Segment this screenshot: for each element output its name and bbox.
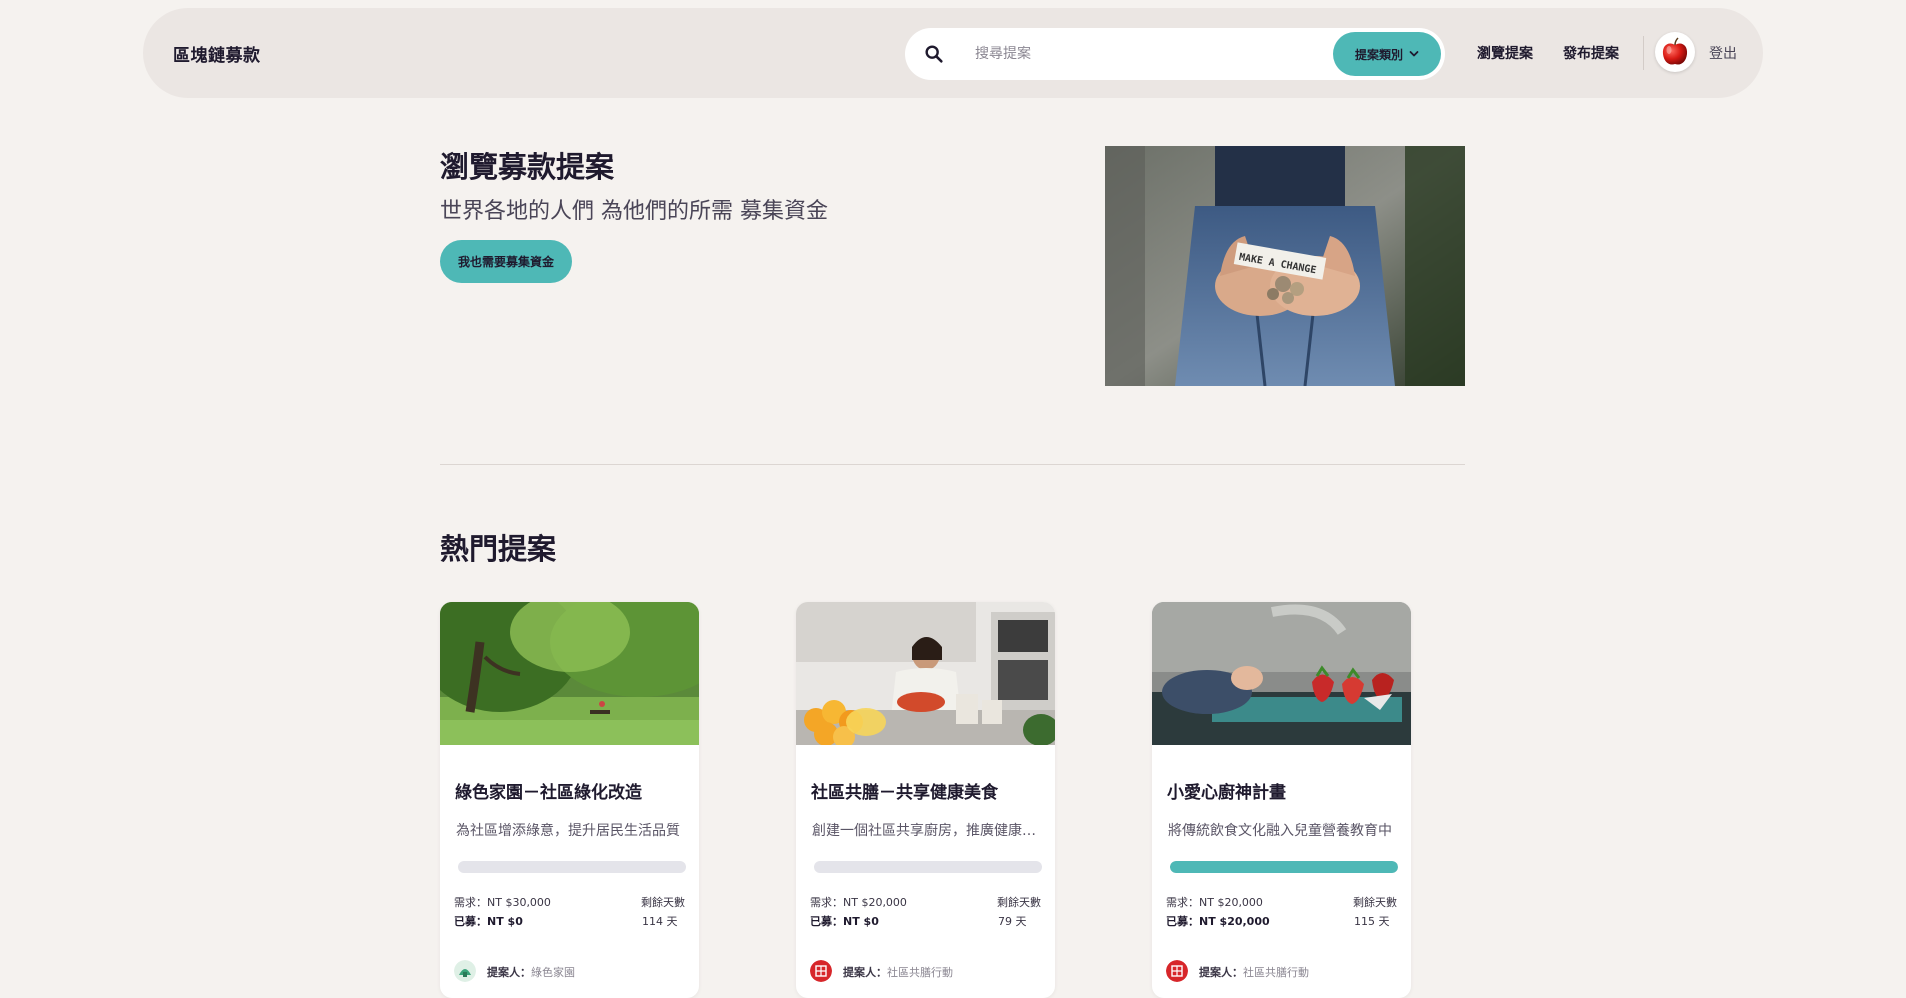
- goal-amount: 需求：NT $30,000: [454, 896, 551, 909]
- search-icon[interactable]: [923, 43, 945, 65]
- proposer-logo-icon: [1166, 960, 1188, 982]
- proposer-logo-icon: [810, 960, 832, 982]
- proposer-name: 社區共膳行動: [887, 966, 953, 979]
- proposer-name: 綠色家園: [531, 966, 575, 979]
- card-image-kitchen: [796, 602, 1055, 745]
- card-title: 社區共膳－共享健康美食: [811, 783, 998, 803]
- card-title: 綠色家園－社區綠化改造: [455, 783, 642, 803]
- days-left-value: 114 天: [642, 915, 678, 928]
- proposer-label[interactable]: 提案人：社區共膳行動: [843, 964, 953, 980]
- navbar: 區塊鏈募款 提案類別 瀏覽提案 發布提案: [143, 8, 1763, 98]
- proposer-prefix: 提案人：: [1199, 966, 1243, 979]
- hero-subtitle: 世界各地的人們 為他們的所需 募集資金: [440, 199, 828, 224]
- raised-amount: 已募：NT $0: [454, 915, 523, 928]
- chevron-down-icon: [1409, 51, 1419, 57]
- proposer-name: 社區共膳行動: [1243, 966, 1309, 979]
- proposer-logo-icon: [454, 960, 476, 982]
- funding-progress-bar: [458, 861, 686, 873]
- goal-amount: 需求：NT $20,000: [1166, 896, 1263, 909]
- card-description: 創建一個社區共享廚房，推廣健康飲食: [812, 823, 1042, 839]
- search-input[interactable]: [975, 41, 1315, 67]
- nav-logout-link[interactable]: 登出: [1709, 43, 1737, 63]
- apple-avatar-icon: [1662, 37, 1688, 65]
- days-left-value: 79 天: [998, 915, 1027, 928]
- days-left-label: 剩餘天數: [997, 896, 1041, 909]
- raised-amount: 已募：NT $20,000: [1166, 915, 1270, 928]
- proposal-card[interactable]: 小愛心廚神計畫 將傳統飲食文化融入兒童營養教育中 需求：NT $20,000 已…: [1152, 602, 1411, 998]
- proposer-label[interactable]: 提案人：綠色家園: [487, 964, 575, 980]
- proposal-card[interactable]: 社區共膳－共享健康美食 創建一個社區共享廚房，推廣健康飲食 需求：NT $20,…: [796, 602, 1055, 998]
- hero-image: MAKE A CHANGE: [1105, 146, 1465, 386]
- funding-progress-bar: [814, 861, 1042, 873]
- card-image-strawberries: [1152, 602, 1411, 745]
- category-dropdown-label: 提案類別: [1354, 47, 1403, 62]
- category-dropdown-button[interactable]: 提案類別: [1333, 32, 1441, 76]
- funding-progress-fill: [1170, 861, 1398, 873]
- proposer-prefix: 提案人：: [487, 966, 531, 979]
- proposer-label[interactable]: 提案人：社區共膳行動: [1199, 964, 1309, 980]
- need-funding-button[interactable]: 我也需要募集資金: [440, 240, 572, 283]
- funding-progress-bar: [1170, 861, 1398, 873]
- brand-logo[interactable]: 區塊鏈募款: [173, 41, 261, 66]
- days-left-label: 剩餘天數: [1353, 896, 1397, 909]
- days-left-value: 115 天: [1354, 915, 1390, 928]
- card-description: 將傳統飲食文化融入兒童營養教育中: [1168, 823, 1392, 839]
- popular-section-title: 熱門提案: [440, 532, 557, 566]
- card-description: 為社區增添綠意，提升居民生活品質: [456, 823, 680, 839]
- card-title: 小愛心廚神計畫: [1167, 783, 1286, 803]
- days-left-label: 剩餘天數: [641, 896, 685, 909]
- goal-amount: 需求：NT $20,000: [810, 896, 907, 909]
- hero-title: 瀏覽募款提案: [440, 150, 615, 184]
- nav-divider: [1643, 36, 1644, 70]
- raised-amount: 已募：NT $0: [810, 915, 879, 928]
- nav-publish-link[interactable]: 發布提案: [1563, 43, 1619, 63]
- search-bar: 提案類別: [905, 28, 1445, 80]
- avatar[interactable]: [1655, 32, 1695, 72]
- nav-browse-link[interactable]: 瀏覽提案: [1477, 43, 1533, 63]
- card-image-park: [440, 602, 699, 745]
- section-divider: [440, 464, 1465, 465]
- proposer-prefix: 提案人：: [843, 966, 887, 979]
- proposal-card[interactable]: 綠色家園－社區綠化改造 為社區增添綠意，提升居民生活品質 需求：NT $30,0…: [440, 602, 699, 998]
